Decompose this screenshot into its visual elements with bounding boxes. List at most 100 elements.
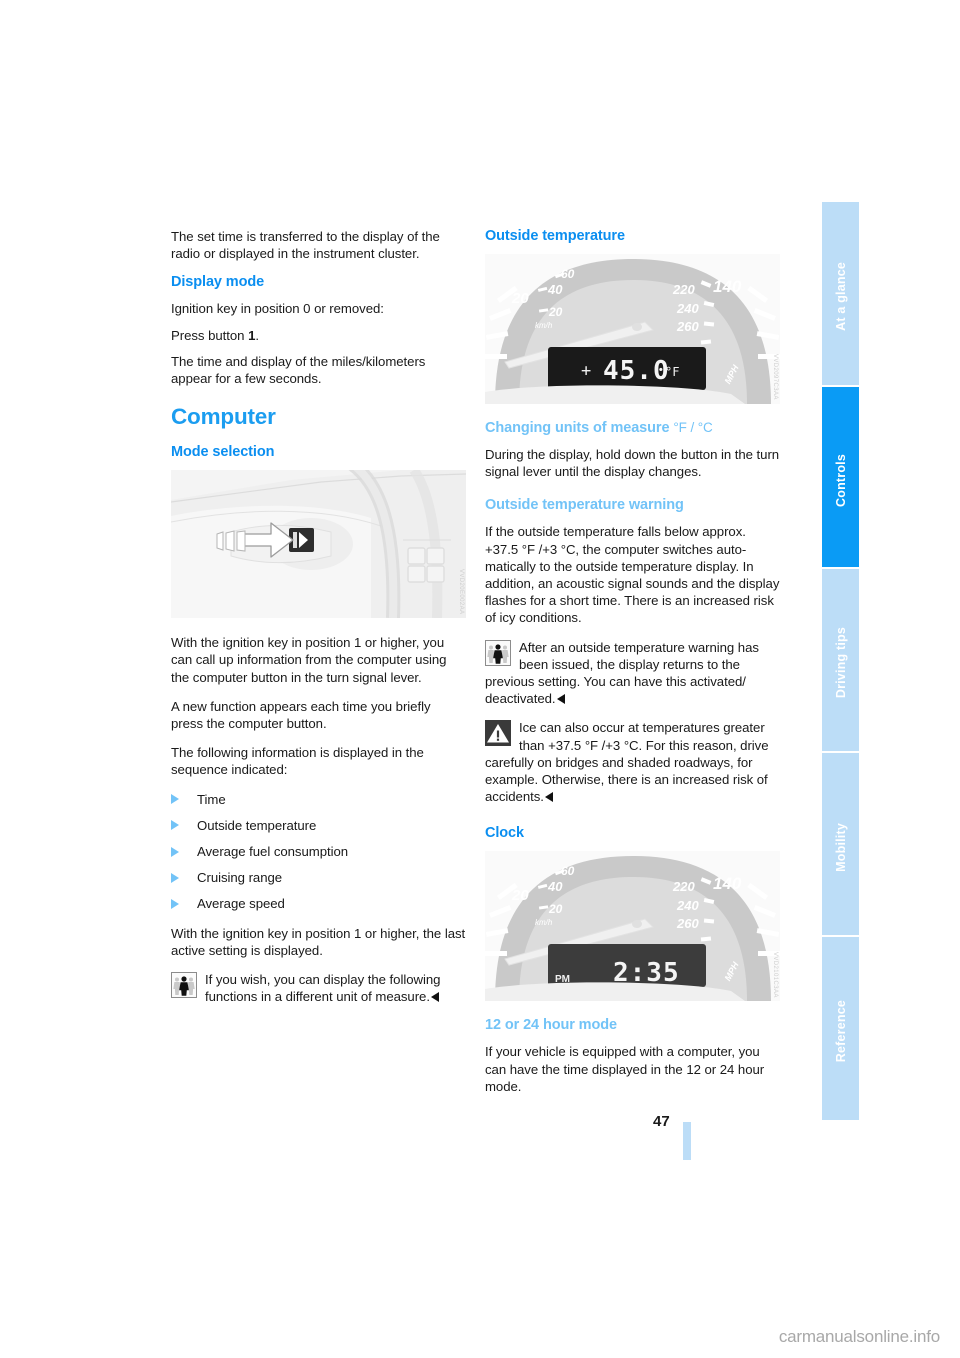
svg-text:240: 240: [676, 898, 699, 913]
intro-paragraph: The set time is transferred to the displ…: [171, 229, 440, 262]
changing-units-p1: During the display, hold down the button…: [485, 447, 780, 480]
heading-display-mode: Display mode: [171, 274, 265, 291]
svg-text:45.0: 45.0: [603, 356, 670, 386]
sidebar-item-label: Mobility: [833, 822, 848, 872]
heading-mode-selection: Mode selection: [171, 444, 275, 461]
triangle-left-icon: [430, 992, 439, 1003]
sidebar-item-mobility[interactable]: Mobility: [822, 753, 859, 937]
triangle-right-icon: [171, 794, 179, 805]
list-item: Cruising range: [171, 869, 466, 886]
section-sidebar: At a glance Controls Driving tips Mobili…: [822, 202, 859, 1122]
warning-triangle-icon: [485, 720, 511, 747]
figure-cluster-temperature: 20 40 20 km/h 60 220 240 260 140 MPH + 4…: [485, 254, 780, 404]
heading-outside-temperature: Outside temperature: [485, 228, 625, 244]
computer-p2: A new function appears each time you bri…: [171, 698, 431, 732]
warning-ice-conditions: Ice can also occur at temperatures great…: [485, 719, 780, 805]
svg-text:260: 260: [676, 916, 699, 931]
note-unit-of-measure: If you wish, you can display the followi…: [171, 971, 466, 1005]
svg-text:km/h: km/h: [535, 321, 553, 330]
page-number: 47: [653, 1113, 670, 1130]
note-text: After an outside temperature warning has…: [485, 639, 780, 708]
turn-signal-lever-illustration: [171, 470, 466, 619]
press-button-prefix: Press button: [171, 327, 249, 343]
computer-p3: The following information is displayed i…: [171, 745, 424, 778]
svg-text:40: 40: [547, 282, 563, 297]
figure-cluster-clock: 20 40 20 km/h 60 220 240 260 140 MPH PM …: [485, 851, 780, 1002]
svg-text:60: 60: [561, 864, 575, 878]
computer-p1: With the ignition key in position 1 or h…: [171, 635, 447, 685]
figure-code: VVD2097C3AA: [772, 354, 778, 400]
list-item: Average fuel consumption: [171, 843, 466, 860]
sidebar-item-label: At a glance: [833, 262, 848, 331]
svg-text:20: 20: [548, 305, 563, 319]
page-title-computer: Computer: [171, 404, 276, 430]
svg-text:60: 60: [561, 267, 575, 281]
instrument-cluster-illustration: 20 40 20 km/h 60 220 240 260 140 MPH + 4…: [485, 254, 780, 404]
heading-hour-mode: 12 or 24 hour mode: [485, 1017, 617, 1034]
figure-turn-signal-lever: VVD20E002AA: [171, 470, 466, 619]
heading-units-suffix: °F / °C: [673, 420, 713, 435]
svg-text:140: 140: [713, 874, 742, 893]
computer-function-list: Time Outside temperature Average fuel co…: [171, 791, 466, 913]
svg-text:40: 40: [547, 879, 563, 894]
display-mode-p3: The time and display of the miles/kilome…: [171, 353, 426, 387]
note-body: After an outside temperature warning has…: [485, 639, 759, 707]
svg-text:°F: °F: [665, 365, 679, 379]
hour-mode-p1: If your vehicle is equipped with a compu…: [485, 1044, 765, 1094]
sidebar-item-reference[interactable]: Reference: [822, 937, 859, 1120]
svg-text:+: +: [581, 361, 591, 381]
sidebar-item-at-a-glance[interactable]: At a glance: [822, 202, 859, 387]
warning-body: Ice can also occur at temperatures great…: [485, 720, 769, 805]
sidebar-item-controls[interactable]: Controls: [822, 387, 859, 569]
heading-temperature-warning: Outside temperature warning: [485, 497, 684, 514]
list-item-label: Average speed: [197, 896, 285, 912]
svg-text:220: 220: [672, 282, 695, 297]
note-text: If you wish, you can display the followi…: [171, 971, 466, 1005]
list-item-label: Cruising range: [197, 870, 283, 886]
triangle-right-icon: [171, 820, 179, 831]
watermark: carmanualsonline.info: [778, 1327, 940, 1346]
triangle-right-icon: [171, 846, 179, 857]
person-note-icon: [485, 639, 511, 666]
list-item-label: Time: [197, 791, 226, 807]
heading-changing-units-text: Changing units of measure: [485, 420, 670, 436]
triangle-right-icon: [171, 898, 179, 909]
left-column: The set time is transferred to the displ…: [171, 228, 466, 1017]
sidebar-item-driving-tips[interactable]: Driving tips: [822, 569, 859, 753]
sidebar-item-label: Reference: [833, 1000, 848, 1063]
sidebar-item-label: Driving tips: [833, 627, 848, 699]
instrument-cluster-clock-illustration: 20 40 20 km/h 60 220 240 260 140 MPH PM …: [485, 851, 780, 1002]
manual-page: At a glance Controls Driving tips Mobili…: [0, 0, 960, 1358]
list-item: Average speed: [171, 895, 466, 912]
svg-text:260: 260: [676, 319, 699, 334]
page-number-bar: [683, 1122, 691, 1160]
display-mode-p2: Press button 1.: [171, 327, 466, 344]
svg-text:20: 20: [511, 887, 529, 904]
computer-p4: With the ignition key in position 1 or h…: [171, 925, 466, 958]
note-temperature-warning: After an outside temperature warning has…: [485, 639, 780, 708]
sidebar-item-label: Controls: [833, 453, 848, 507]
warning-text: Ice can also occur at temperatures great…: [485, 719, 780, 805]
triangle-left-icon: [556, 694, 565, 705]
triangle-right-icon: [171, 872, 179, 883]
press-button-suffix: .: [255, 327, 259, 343]
note-body: If you wish, you can display the followi…: [205, 972, 441, 1005]
svg-text:220: 220: [672, 879, 695, 894]
svg-text:km/h: km/h: [535, 918, 553, 927]
person-note-icon: [171, 972, 197, 999]
svg-text:20: 20: [511, 290, 529, 307]
figure-code: VVD2101C3AA: [772, 951, 778, 998]
svg-text:240: 240: [676, 301, 699, 316]
figure-code: VVD20E002AA: [458, 568, 464, 615]
right-column: Outside temperature 20 40 20 km/h 60 220…: [485, 228, 780, 1107]
list-item: Outside temperature: [171, 817, 466, 834]
list-item-label: Outside temperature: [197, 817, 317, 833]
display-mode-p1: Ignition key in position 0 or removed:: [171, 301, 384, 317]
list-item: Time: [171, 791, 466, 808]
temperature-warning-p1: If the outside temperature falls below a…: [485, 524, 780, 626]
triangle-left-icon: [544, 792, 553, 803]
heading-changing-units: Changing units of measure °F / °C: [485, 420, 780, 436]
svg-text:20: 20: [548, 902, 563, 916]
list-item-label: Average fuel consumption: [197, 844, 349, 860]
heading-clock: Clock: [485, 825, 524, 842]
